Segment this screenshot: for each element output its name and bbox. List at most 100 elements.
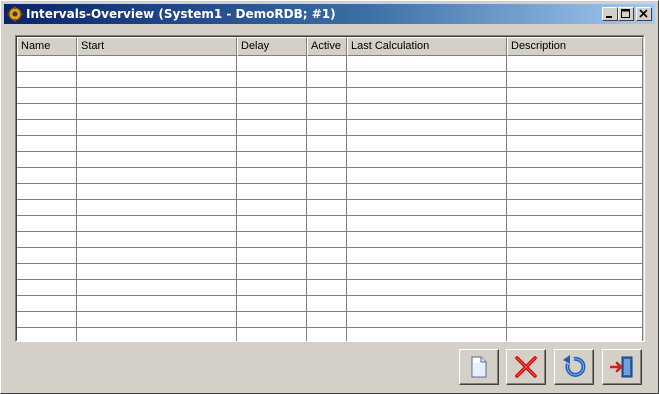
grid-cell[interactable] [347, 136, 507, 152]
grid-cell[interactable] [17, 184, 77, 200]
grid-cell[interactable] [17, 232, 77, 248]
grid-cell[interactable] [237, 328, 307, 341]
column-header-description[interactable]: Description [507, 37, 643, 56]
grid-cell[interactable] [307, 328, 347, 341]
grid-cell[interactable] [17, 328, 77, 341]
grid-cell[interactable] [507, 200, 643, 216]
grid-cell[interactable] [347, 88, 507, 104]
grid-cell[interactable] [507, 328, 643, 341]
grid-cell[interactable] [237, 200, 307, 216]
grid-cell[interactable] [507, 88, 643, 104]
grid-cell[interactable] [77, 296, 237, 312]
column-header-start[interactable]: Start [77, 37, 237, 56]
delete-button[interactable] [506, 349, 546, 385]
grid-cell[interactable] [507, 104, 643, 120]
grid-cell[interactable] [307, 312, 347, 328]
grid-cell[interactable] [507, 152, 643, 168]
title-bar[interactable]: Intervals-Overview (System1 - DemoRDB; #… [4, 4, 655, 24]
grid-cell[interactable] [507, 184, 643, 200]
grid-cell[interactable] [77, 280, 237, 296]
grid-cell[interactable] [77, 232, 237, 248]
grid-cell[interactable] [77, 216, 237, 232]
grid-cell[interactable] [77, 200, 237, 216]
grid-cell[interactable] [507, 168, 643, 184]
grid-cell[interactable] [307, 184, 347, 200]
grid-cell[interactable] [77, 248, 237, 264]
grid-cell[interactable] [77, 120, 237, 136]
grid-cell[interactable] [237, 312, 307, 328]
grid-cell[interactable] [237, 216, 307, 232]
grid-cell[interactable] [77, 72, 237, 88]
grid-cell[interactable] [307, 104, 347, 120]
grid-cell[interactable] [307, 72, 347, 88]
grid-cell[interactable] [77, 104, 237, 120]
grid-cell[interactable] [347, 248, 507, 264]
grid-cell[interactable] [507, 216, 643, 232]
grid-cell[interactable] [17, 88, 77, 104]
grid-cell[interactable] [507, 280, 643, 296]
grid-cell[interactable] [17, 296, 77, 312]
grid-cell[interactable] [77, 168, 237, 184]
grid-cell[interactable] [77, 312, 237, 328]
grid-cell[interactable] [507, 264, 643, 280]
grid-cell[interactable] [347, 72, 507, 88]
grid-cell[interactable] [347, 280, 507, 296]
column-header-delay[interactable]: Delay [237, 37, 307, 56]
grid-cell[interactable] [307, 88, 347, 104]
grid-cell[interactable] [17, 264, 77, 280]
grid-cell[interactable] [307, 280, 347, 296]
grid-cell[interactable] [17, 248, 77, 264]
grid-cell[interactable] [507, 56, 643, 72]
minimize-button[interactable] [602, 7, 618, 21]
grid-cell[interactable] [307, 248, 347, 264]
grid-cell[interactable] [347, 312, 507, 328]
grid-cell[interactable] [347, 328, 507, 341]
grid-cell[interactable] [17, 168, 77, 184]
grid-cell[interactable] [77, 56, 237, 72]
grid-cell[interactable] [307, 152, 347, 168]
grid-cell[interactable] [237, 296, 307, 312]
grid-cell[interactable] [307, 216, 347, 232]
grid-cell[interactable] [507, 120, 643, 136]
grid-cell[interactable] [347, 168, 507, 184]
maximize-button[interactable] [618, 7, 634, 21]
grid-cell[interactable] [347, 232, 507, 248]
column-header-active[interactable]: Active [307, 37, 347, 56]
grid-cell[interactable] [237, 152, 307, 168]
grid-cell[interactable] [237, 104, 307, 120]
grid-cell[interactable] [347, 120, 507, 136]
grid-cell[interactable] [507, 296, 643, 312]
grid-cell[interactable] [17, 216, 77, 232]
grid-cell[interactable] [307, 264, 347, 280]
grid-cell[interactable] [237, 184, 307, 200]
exit-button[interactable] [602, 349, 642, 385]
intervals-grid[interactable]: Name Start Delay Active Last Calculation… [15, 35, 645, 342]
column-header-name[interactable]: Name [17, 37, 77, 56]
grid-cell[interactable] [347, 296, 507, 312]
grid-cell[interactable] [237, 168, 307, 184]
grid-cell[interactable] [17, 104, 77, 120]
grid-cell[interactable] [17, 56, 77, 72]
grid-cell[interactable] [237, 280, 307, 296]
grid-cell[interactable] [77, 328, 237, 341]
grid-cell[interactable] [347, 152, 507, 168]
grid-cell[interactable] [237, 56, 307, 72]
grid-cell[interactable] [237, 248, 307, 264]
grid-cell[interactable] [17, 312, 77, 328]
grid-cell[interactable] [347, 264, 507, 280]
grid-cell[interactable] [307, 296, 347, 312]
grid-cell[interactable] [77, 184, 237, 200]
grid-cell[interactable] [507, 312, 643, 328]
grid-cell[interactable] [17, 72, 77, 88]
grid-cell[interactable] [17, 120, 77, 136]
grid-cell[interactable] [347, 56, 507, 72]
grid-cell[interactable] [347, 216, 507, 232]
grid-cell[interactable] [347, 200, 507, 216]
grid-cell[interactable] [507, 72, 643, 88]
grid-cell[interactable] [507, 232, 643, 248]
grid-cell[interactable] [237, 264, 307, 280]
new-button[interactable] [459, 349, 499, 385]
grid-cell[interactable] [307, 136, 347, 152]
grid-cell[interactable] [237, 136, 307, 152]
grid-cell[interactable] [307, 200, 347, 216]
